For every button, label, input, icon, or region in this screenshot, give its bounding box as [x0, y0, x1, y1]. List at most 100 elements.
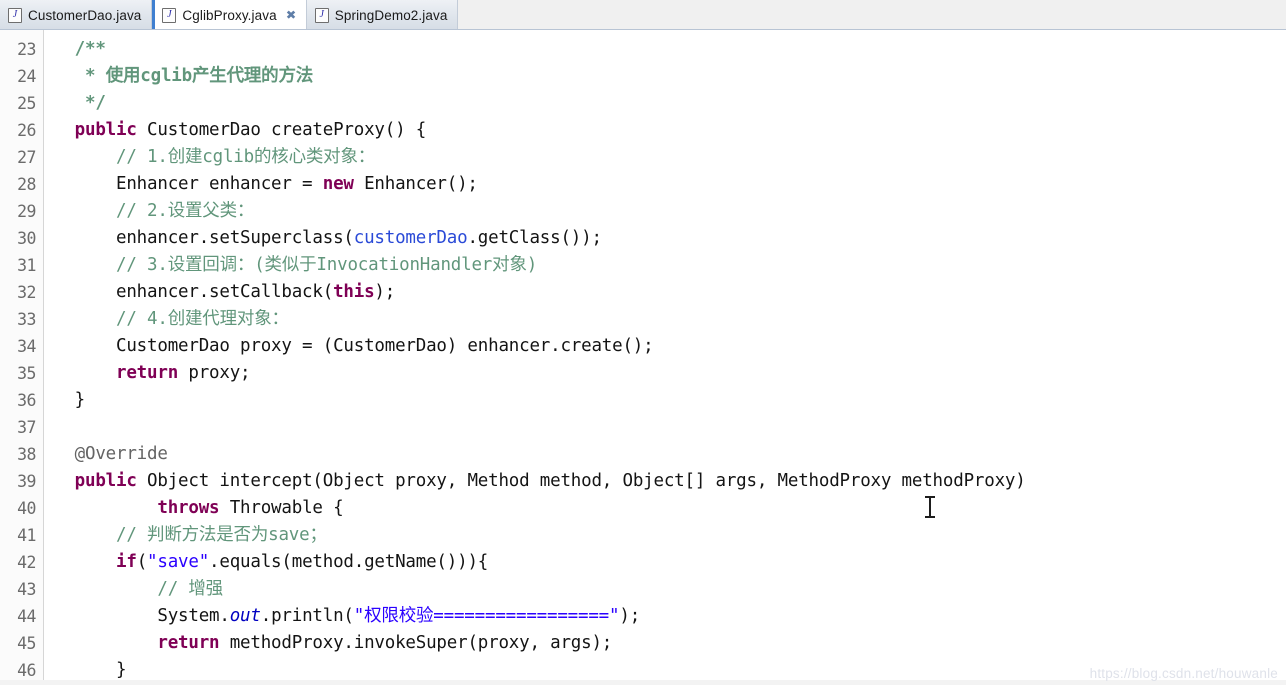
- code-token-kw: public: [54, 120, 148, 140]
- line-number: 40: [17, 499, 36, 518]
- code-line[interactable]: // 增强: [54, 576, 1286, 603]
- code-token-plain: (: [136, 552, 148, 572]
- java-file-icon: J: [8, 7, 22, 23]
- code-line[interactable]: public Object intercept(Object proxy, Me…: [54, 468, 1286, 495]
- code-token-plain: CustomerDao proxy = (CustomerDao) enhanc…: [54, 336, 654, 356]
- line-number: 43: [17, 580, 36, 599]
- editor-tab-springdemo2[interactable]: J SpringDemo2.java: [306, 0, 459, 29]
- editor-tab-cglibproxy[interactable]: J CglibProxy.java ✖: [152, 0, 307, 29]
- code-line[interactable]: [54, 414, 1286, 441]
- code-token-cmt: // 2.设置父类：: [54, 201, 255, 221]
- line-number: 34: [17, 337, 36, 356]
- line-number: 23: [17, 40, 36, 59]
- code-token-plain: .getClass());: [467, 228, 602, 248]
- code-token-str: "save": [147, 552, 210, 572]
- code-line[interactable]: @Override: [54, 441, 1286, 468]
- code-token-cmt: // 3.设置回调：(类似于InvocationHandler对象): [54, 255, 538, 275]
- code-token-str: "权限校验=================": [353, 606, 620, 626]
- editor-tab-bar: J CustomerDao.java J CglibProxy.java ✖ J Sprin…: [0, 0, 1286, 30]
- code-token-cmtb: *: [54, 66, 106, 86]
- code-token-ann: @Override: [54, 444, 168, 464]
- close-icon[interactable]: ✖: [285, 9, 296, 21]
- line-number: 42: [17, 553, 36, 572]
- line-number: 27: [17, 148, 36, 167]
- line-number: 26: [17, 121, 36, 140]
- line-number: 44: [17, 607, 36, 626]
- code-token-kw: public: [54, 471, 148, 491]
- code-token-cmt: // 4.创建代理对象：: [54, 309, 289, 329]
- code-line[interactable]: System.out.println("权限校验================…: [54, 603, 1286, 630]
- line-number: 29: [17, 202, 36, 221]
- line-number: 37: [17, 418, 36, 437]
- code-line[interactable]: // 4.创建代理对象：: [54, 306, 1286, 333]
- code-line[interactable]: // 1.创建cglib的核心类对象：: [54, 144, 1286, 171]
- code-token-cmt: // 增强: [54, 579, 223, 599]
- code-token-plain: );: [374, 282, 396, 302]
- code-token-cmtb: 使用cglib产生代理的方法: [105, 66, 314, 86]
- code-token-plain: proxy;: [188, 363, 251, 383]
- code-line[interactable]: /**: [54, 36, 1286, 63]
- code-token-kw: new: [322, 174, 365, 194]
- code-line[interactable]: if("save".equals(method.getName())){: [54, 549, 1286, 576]
- code-text-area[interactable]: /** * 使用cglib产生代理的方法 */ public CustomerD…: [44, 30, 1286, 685]
- code-token-plain: System.: [54, 606, 230, 626]
- code-line[interactable]: // 2.设置父类：: [54, 198, 1286, 225]
- code-token-plain: enhancer.setSuperclass(: [54, 228, 354, 248]
- code-line[interactable]: return proxy;: [54, 360, 1286, 387]
- editor-tab-label: CustomerDao.java: [28, 7, 142, 23]
- editor-tab-customerdao[interactable]: J CustomerDao.java: [0, 0, 153, 29]
- code-token-plain: Object intercept(Object proxy, Method me…: [147, 471, 1026, 491]
- line-number: 24: [17, 67, 36, 86]
- editor-tab-label: SpringDemo2.java: [334, 7, 448, 23]
- code-line[interactable]: Enhancer enhancer = new Enhancer();: [54, 171, 1286, 198]
- code-token-plain: .equals(method.getName())){: [209, 552, 489, 572]
- code-token-cmtb: */: [54, 93, 106, 113]
- code-line[interactable]: * 使用cglib产生代理的方法: [54, 63, 1286, 90]
- line-number: 33: [17, 310, 36, 329]
- code-token-kw: return: [54, 363, 189, 383]
- code-token-kw: this: [333, 282, 375, 302]
- code-line[interactable]: // 3.设置回调：(类似于InvocationHandler对象): [54, 252, 1286, 279]
- line-number: 39: [17, 472, 36, 491]
- code-line[interactable]: return methodProxy.invokeSuper(proxy, ar…: [54, 630, 1286, 657]
- line-number: 41: [17, 526, 36, 545]
- line-number: 38: [17, 445, 36, 464]
- code-editor[interactable]: 23 24 25 26 27 28 29 30 31 32 33 34 35 36 37 38 39 40 41 42…: [0, 30, 1286, 685]
- line-number: 28: [17, 175, 36, 194]
- line-number: 45: [17, 634, 36, 653]
- java-file-icon: J: [314, 7, 329, 23]
- line-number: 31: [17, 256, 36, 275]
- code-line[interactable]: enhancer.setCallback(this);: [54, 279, 1286, 306]
- code-line[interactable]: enhancer.setSuperclass(customerDao.getCl…: [54, 225, 1286, 252]
- code-token-plain: Enhancer enhancer =: [54, 174, 323, 194]
- code-token-blu: customerDao: [353, 228, 468, 248]
- code-line[interactable]: public CustomerDao createProxy() {: [54, 117, 1286, 144]
- line-number: 25: [17, 94, 36, 113]
- line-number: 32: [17, 283, 36, 302]
- code-line[interactable]: // 判断方法是否为save；: [54, 522, 1286, 549]
- line-number-gutter: 23 24 25 26 27 28 29 30 31 32 33 34 35 36 37 38 39 40 41 42…: [0, 30, 44, 685]
- java-file-icon: J: [162, 7, 177, 23]
- code-token-plain: .println(: [260, 606, 354, 626]
- code-token-kw: if: [54, 552, 137, 572]
- code-token-plain: CustomerDao createProxy() {: [147, 120, 427, 140]
- code-token-cmt: // 判断方法是否为save；: [54, 525, 327, 545]
- code-line[interactable]: throws Throwable {: [54, 495, 1286, 522]
- code-line[interactable]: CustomerDao proxy = (CustomerDao) enhanc…: [54, 333, 1286, 360]
- watermark-text: https://blog.csdn.net/houwanle: [1089, 666, 1278, 681]
- code-token-cmt: // 1.创建cglib的核心类对象：: [54, 147, 376, 167]
- line-number: 35: [17, 364, 36, 383]
- code-token-kw: return: [54, 633, 230, 653]
- line-number: 36: [17, 391, 36, 410]
- code-token-plain: }: [54, 390, 86, 410]
- code-token-plain: Throwable {: [229, 498, 344, 518]
- code-token-kw: throws: [54, 498, 230, 518]
- code-token-plain: );: [619, 606, 641, 626]
- code-line[interactable]: */: [54, 90, 1286, 117]
- line-number: 30: [17, 229, 36, 248]
- code-token-fld: out: [229, 606, 261, 626]
- code-token-cmtb: /**: [54, 39, 106, 59]
- code-line[interactable]: }: [54, 387, 1286, 414]
- code-token-plain: methodProxy.invokeSuper(proxy, args);: [229, 633, 613, 653]
- editor-tab-label: CglibProxy.java: [182, 7, 277, 23]
